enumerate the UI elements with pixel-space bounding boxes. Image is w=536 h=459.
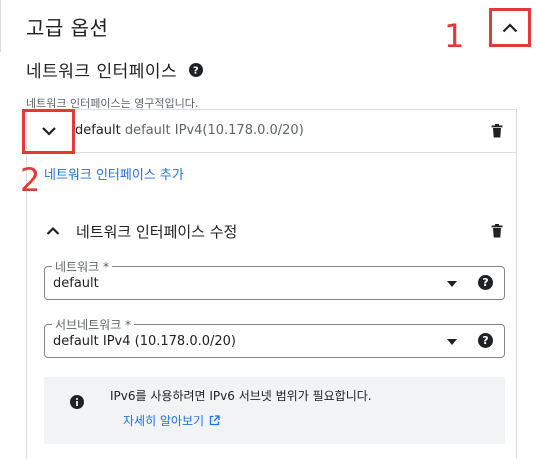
edit-panel-right-rule (516, 195, 517, 459)
interface-detail: default IPv4(10.178.0.0/20) (124, 123, 304, 138)
info-icon (69, 394, 85, 410)
learn-more-link[interactable]: 자세히 알아보기 (123, 412, 220, 429)
network-interfaces-title: 네트워크 인터페이스 (26, 62, 178, 82)
learn-more-label: 자세히 알아보기 (123, 414, 205, 428)
svg-text:?: ? (193, 65, 199, 76)
network-select-value: default (53, 276, 99, 291)
collapse-edit-panel-button[interactable] (44, 222, 62, 240)
annotation-box-1 (489, 8, 531, 47)
delete-edit-interface-button[interactable] (489, 223, 505, 239)
section-title: 고급 옵션 (26, 16, 109, 40)
ipv6-notice-text: IPv6를 사용하려면 IPv6 서브넷 범위가 필요합니다. (110, 389, 372, 403)
subnetwork-select-value: default IPv4 (10.178.0.0/20) (53, 334, 237, 349)
edit-panel-left-rule (26, 195, 27, 459)
edit-panel-title: 네트워크 인터페이스 수정 (76, 223, 238, 241)
dropdown-arrow-icon (447, 339, 457, 345)
network-select-label: 네트워크 * (52, 258, 112, 275)
external-link-icon (209, 415, 220, 426)
annotation-box-2 (22, 109, 75, 154)
add-network-interface-link[interactable]: 네트워크 인터페이스 추가 (44, 164, 184, 183)
trash-icon (489, 224, 505, 243)
annotation-number-1: 1 (444, 17, 465, 55)
help-icon[interactable]: ? (478, 275, 493, 290)
delete-interface-button[interactable] (489, 123, 505, 139)
dropdown-arrow-icon (447, 281, 457, 287)
left-rule (0, 0, 1, 52)
subnetwork-select-label: 서브네트워크 * (52, 316, 135, 333)
svg-text:?: ? (482, 334, 488, 347)
annotation-number-2: 2 (20, 161, 41, 199)
help-icon[interactable]: ? (478, 333, 493, 348)
svg-text:?: ? (482, 276, 488, 289)
network-select[interactable] (44, 266, 505, 300)
interface-row-summary: default default IPv4(10.178.0.0/20) (75, 123, 304, 138)
chevron-up-icon (44, 222, 62, 240)
interface-name: default (75, 123, 121, 138)
help-icon[interactable]: ? (189, 62, 204, 77)
trash-icon (489, 124, 505, 143)
network-interfaces-heading: 네트워크 인터페이스 ? (26, 57, 204, 82)
